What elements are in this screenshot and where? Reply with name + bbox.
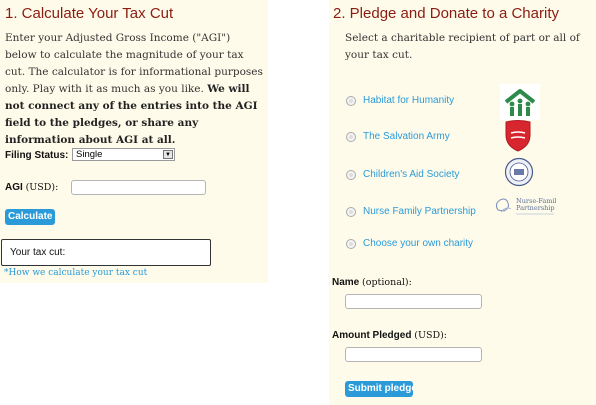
- salvation-army-shield-icon: [505, 120, 531, 152]
- agi-input[interactable]: [71, 180, 206, 195]
- charity-label[interactable]: Nurse Family Partnership: [363, 206, 476, 217]
- charity-radio[interactable]: [346, 207, 356, 217]
- charity-label[interactable]: Choose your own charity: [363, 238, 473, 249]
- childrens-aid-seal-icon: [504, 157, 534, 187]
- chevron-down-icon[interactable]: ▼: [163, 150, 173, 159]
- pledge-intro: Select a charitable recipient of part or…: [345, 32, 580, 61]
- how-we-calculate-link[interactable]: *How we calculate your tax cut: [4, 268, 147, 278]
- calculator-intro: Enter your Adjusted Gross Income ("AGI")…: [5, 30, 265, 149]
- charity-radio[interactable]: [346, 170, 356, 180]
- pledge-title: 2. Pledge and Donate to a Charity: [333, 5, 559, 22]
- agi-label: AGI (USD):: [5, 182, 59, 193]
- charity-radio[interactable]: [346, 96, 356, 106]
- name-input[interactable]: [345, 294, 482, 309]
- calculator-title: 1. Calculate Your Tax Cut: [5, 5, 174, 22]
- charity-radio[interactable]: [346, 239, 356, 249]
- filing-status-label: Filing Status:: [5, 150, 69, 161]
- nfp-logo-line-2: Partnership: [516, 204, 555, 212]
- submit-pledge-button[interactable]: Submit pledge: [345, 381, 413, 397]
- charity-label[interactable]: Habitat for Humanity: [363, 95, 454, 106]
- tax-cut-result: Your tax cut:: [1, 239, 211, 266]
- charity-label[interactable]: Children's Aid Society: [363, 169, 459, 180]
- charity-label[interactable]: The Salvation Army: [363, 131, 450, 142]
- habitat-logo-icon: [500, 84, 540, 120]
- filing-status-value: Single: [76, 149, 103, 160]
- calculate-button[interactable]: Calculate: [5, 209, 56, 225]
- amount-input[interactable]: [345, 347, 482, 362]
- filing-status-select[interactable]: Single ▼: [72, 148, 175, 161]
- name-label: Name (optional):: [332, 277, 412, 288]
- amount-label: Amount Pledged (USD):: [332, 330, 447, 341]
- tax-cut-result-label: Your tax cut:: [10, 247, 66, 258]
- charity-radio[interactable]: [346, 132, 356, 142]
- nurse-family-partnership-logo-icon: Nurse-Family Partnership: [495, 197, 556, 215]
